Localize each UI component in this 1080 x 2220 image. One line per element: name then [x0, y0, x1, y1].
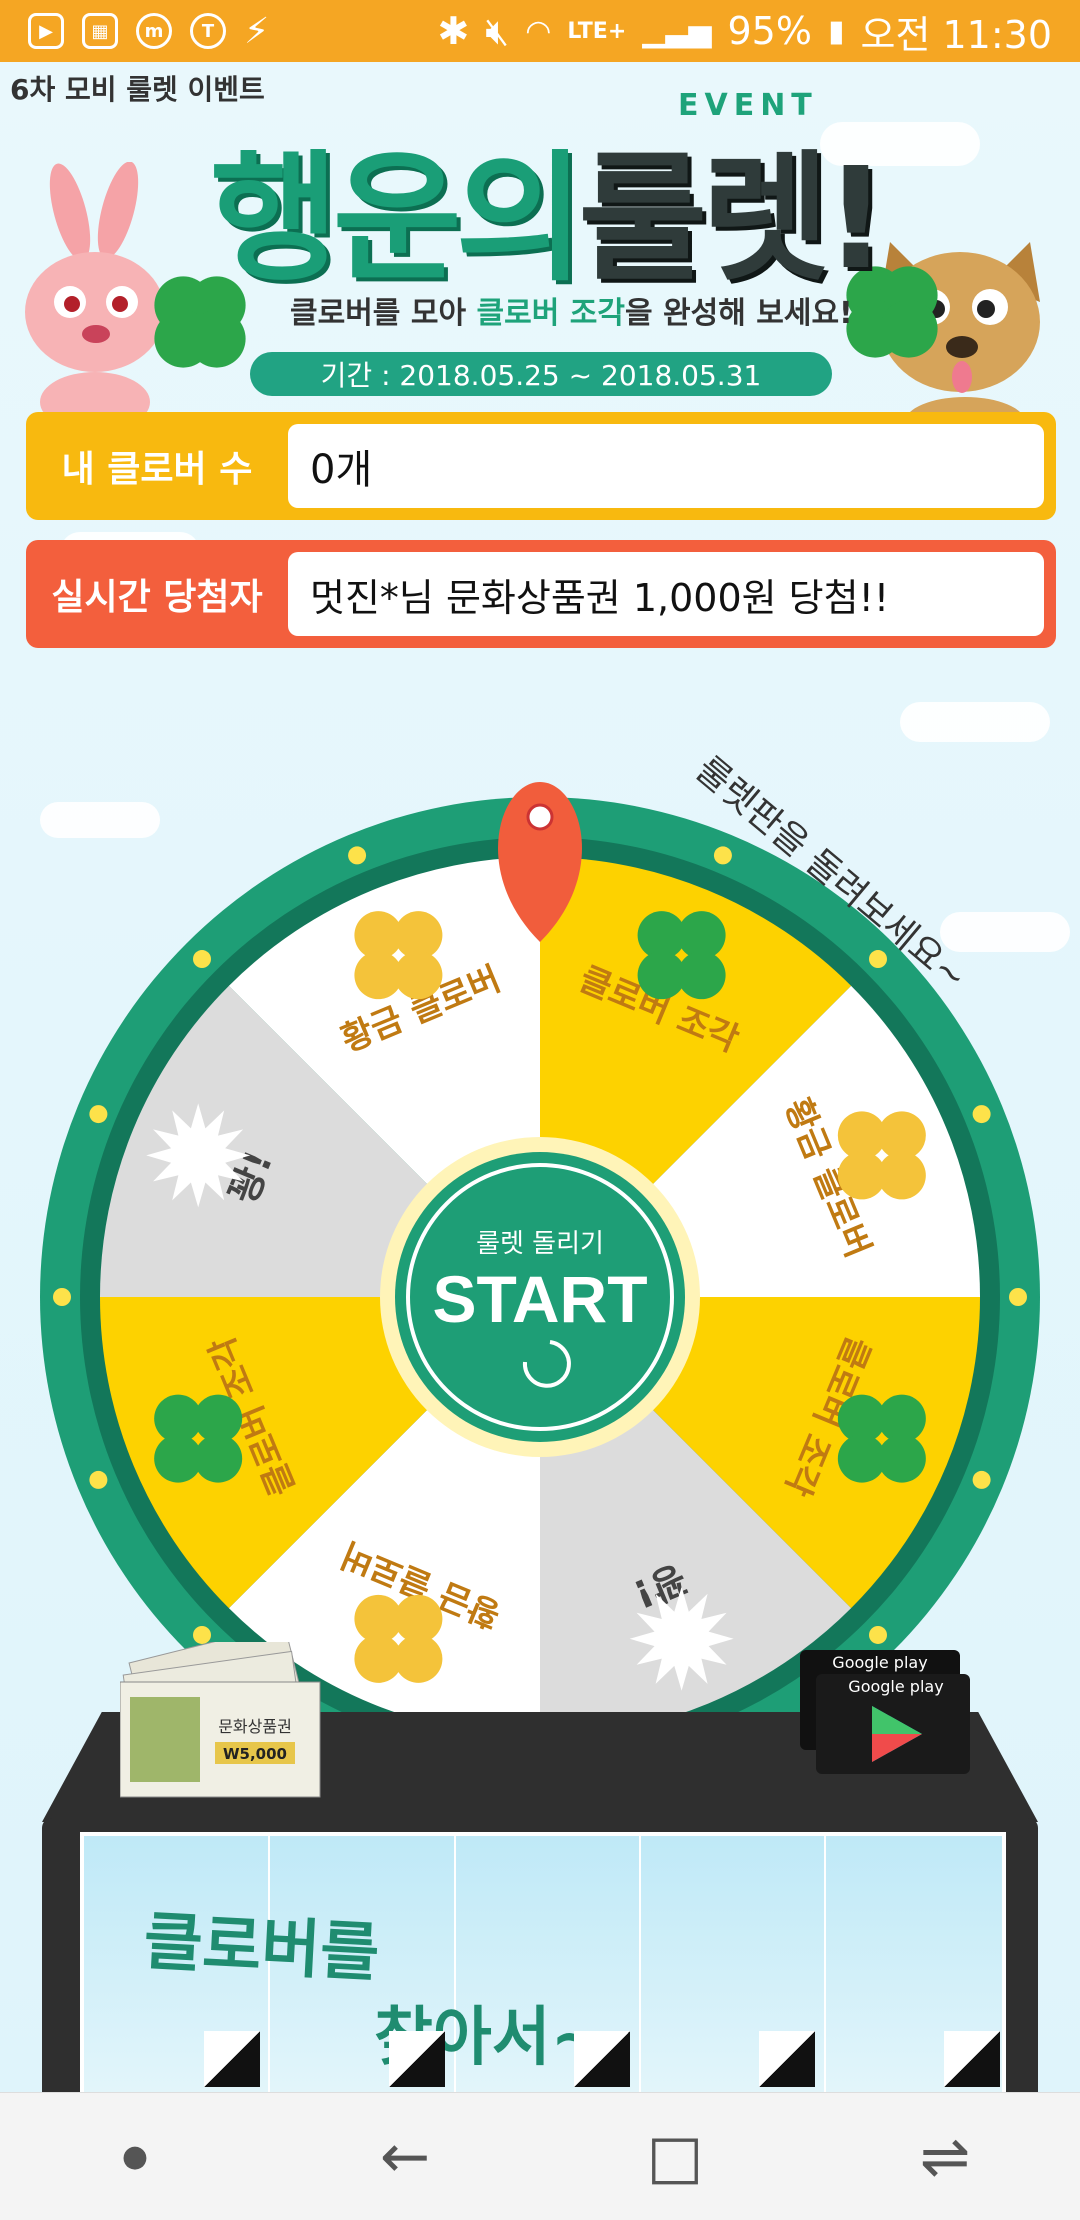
battery-percent: 95% [727, 9, 812, 53]
network-type: LTE+ [567, 18, 627, 44]
ring-dot [1009, 1288, 1027, 1306]
gift-card-image: 문화상품권 W5,000 [120, 1642, 321, 1798]
ring-dot [868, 950, 887, 969]
banner-title-dark: 룰렛! [578, 138, 887, 301]
lightning-icon: ⚡ [244, 10, 270, 52]
gift-card-name: 문화상품권 [218, 1717, 292, 1736]
ring-dot [89, 1105, 108, 1124]
home-icon[interactable]: □ [615, 2107, 735, 2207]
dot-icon[interactable]: ● [75, 2107, 195, 2207]
ring-dot [348, 846, 367, 865]
panel-text-line1: 클로버를 [141, 1904, 381, 1992]
talk-app-icon: T [190, 13, 226, 49]
banner-subtitle: 클로버를 모아 클로버 조각을 완성해 보세요! [290, 288, 853, 332]
ring-dot [713, 846, 732, 865]
panel-card-5[interactable] [944, 2031, 1000, 2087]
event-page: 6차 모비 룰렛 이벤트 EVENT 행운의룰렛! 클로버를 모아 클로버 조각… [0, 62, 1080, 2092]
banner-title: 행운의룰렛! [210, 106, 888, 308]
winners-ticker: 멋진*님 문화상품권 1,000원 당첨!! [288, 552, 1044, 636]
battery-icon: ▮ [827, 13, 845, 49]
ring-dot [972, 1470, 991, 1489]
my-clover-label: 내 클로버 수 [61, 449, 253, 490]
banner-title-green: 행운의 [210, 138, 584, 301]
winners-row: 실시간 당첨자 멋진*님 문화상품권 1,000원 당첨!! [26, 540, 1056, 648]
event-period: 기간 : 2018.05.25 ~ 2018.05.31 [250, 352, 832, 396]
clock: 오전 11:30 [860, 12, 1052, 57]
panel-card-4[interactable] [759, 2031, 815, 2087]
google-play-label-2: Google play [848, 1677, 943, 1696]
subtitle-suffix: 을 완성해 보세요! [624, 296, 853, 331]
ring-dot [972, 1105, 991, 1124]
ring-dot [193, 950, 212, 969]
winners-label: 실시간 당첨자 [51, 577, 263, 618]
google-play-label: Google play [832, 1653, 927, 1672]
my-clover-row: 내 클로버 수 0개 [26, 412, 1056, 520]
m-app-icon: m [136, 13, 172, 49]
panel-card-2[interactable] [389, 2031, 445, 2087]
android-nav-bar: ● ← □ ⇌ [0, 2092, 1080, 2220]
start-label: START [432, 1262, 647, 1336]
start-sub-label: 룰렛 돌리기 [476, 1229, 604, 1259]
back-icon[interactable]: ← [345, 2107, 465, 2207]
ring-dot [53, 1288, 71, 1306]
start-button[interactable]: 룰렛 돌리기 START [395, 1152, 685, 1442]
subtitle-prefix: 클로버를 모아 [290, 296, 477, 331]
ring-dot [89, 1470, 108, 1489]
wifi-icon: ◠ [525, 13, 552, 49]
ring-dot [868, 1625, 887, 1644]
signal-icon: ▁▃▅ [642, 13, 712, 49]
recents-icon[interactable]: ⇌ [885, 2107, 1005, 2207]
bluetooth-icon: ✱ [437, 9, 470, 53]
mute-icon: 🔇︎ [485, 8, 510, 53]
panel-card-1[interactable] [204, 2031, 260, 2087]
qr-app-icon: ▦ [82, 13, 118, 49]
page-title: 6차 모비 룰렛 이벤트 [10, 73, 265, 106]
gift-card-amount: W5,000 [223, 1745, 287, 1763]
subtitle-highlight: 클로버 조각 [476, 296, 625, 331]
panel-card-3[interactable] [574, 2031, 630, 2087]
status-bar: ▶ ▦ m T ⚡ ✱ 🔇︎ ◠ LTE+ ▁▃▅ 95% ▮ 오전 11:30 [0, 0, 1080, 62]
my-clover-value: 0개 [288, 424, 1044, 508]
clover-hunt-panel: 클로버를 찾아서~ [80, 1832, 1006, 2092]
play-app-icon: ▶ [28, 13, 64, 49]
google-play-card: Google play Google play [800, 1650, 970, 1774]
